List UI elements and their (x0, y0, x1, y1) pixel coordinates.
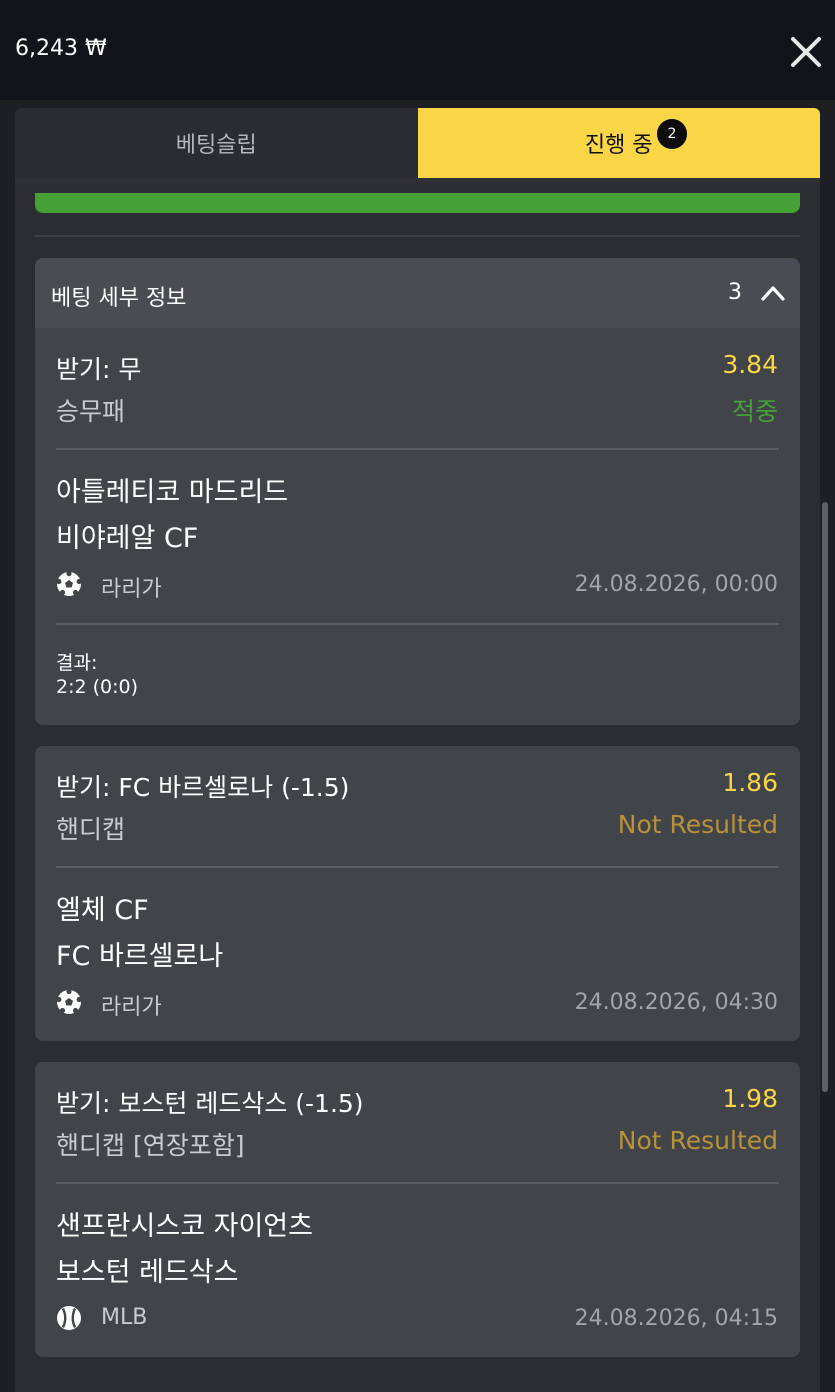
balance-amount: 6,243 ₩ (15, 36, 107, 61)
bet-details-count: 3 (728, 280, 742, 305)
team-home: 엘체 CF (56, 895, 149, 926)
chevron-up-icon[interactable] (760, 282, 786, 304)
baseball-icon (57, 1306, 81, 1330)
bet-status: Not Resulted (617, 1126, 778, 1155)
result-label: 결과: (56, 652, 98, 674)
league-name: MLB (101, 1305, 148, 1330)
match-datetime: 24.08.2026, 04:15 (574, 1306, 778, 1331)
divider (56, 1182, 779, 1184)
team-away: FC 바르셀로나 (56, 941, 224, 972)
green-status-bar (35, 193, 800, 213)
bet-card: 받기: FC 바르셀로나 (-1.5) 핸디캡 1.86 Not Resulte… (35, 746, 800, 1041)
match-datetime: 24.08.2026, 04:30 (574, 990, 778, 1015)
divider (56, 866, 779, 868)
bet-card: 받기: 무 승무패 3.84 적중 아틀레티코 마드리드 비야레알 CF 라리가… (35, 328, 800, 725)
top-bar: 6,243 ₩ (0, 0, 835, 100)
bet-pick: 받기: 무 (56, 355, 142, 384)
bet-pick: 받기: 보스턴 레드삭스 (-1.5) (56, 1089, 364, 1118)
bet-market: 핸디캡 (56, 815, 126, 844)
scrollbar[interactable] (822, 502, 828, 1092)
tab-betslip[interactable]: 베팅슬립 (15, 108, 418, 178)
match-datetime: 24.08.2026, 00:00 (574, 572, 778, 597)
bet-status: Not Resulted (617, 810, 778, 839)
bet-market: 핸디캡 [연장포함] (56, 1131, 245, 1160)
team-away: 보스턴 레드삭스 (56, 1257, 239, 1288)
bet-card: 받기: 보스턴 레드삭스 (-1.5) 핸디캡 [연장포함] 1.98 Not … (35, 1062, 800, 1357)
tab-in-progress-label: 진행 중 (584, 133, 653, 158)
team-home: 아틀레티코 마드리드 (56, 477, 289, 508)
team-home: 샌프란시스코 자이언츠 (56, 1211, 313, 1242)
tab-in-progress[interactable]: 진행 중 (417, 108, 820, 178)
bet-details-title: 베팅 세부 정보 (51, 286, 187, 311)
tab-betslip-label: 베팅슬립 (175, 133, 257, 158)
bet-odds: 3.84 (722, 350, 778, 379)
league-name: 라리가 (101, 577, 162, 602)
close-icon[interactable] (788, 34, 824, 70)
divider (35, 235, 800, 237)
result-score: 2:2 (0:0) (56, 676, 139, 698)
divider (56, 448, 779, 450)
tab-bar: 베팅슬립 진행 중 (15, 108, 820, 178)
bet-pick: 받기: FC 바르셀로나 (-1.5) (56, 773, 350, 802)
soccer-ball-icon (56, 989, 82, 1014)
team-away: 비야레알 CF (56, 523, 199, 554)
bet-status: 적중 (731, 397, 778, 426)
bet-details-header[interactable]: 베팅 세부 정보 3 (35, 258, 800, 328)
bet-odds: 1.86 (722, 768, 778, 797)
soccer-ball-icon (56, 571, 82, 596)
bet-market: 승무패 (56, 397, 126, 426)
bet-odds: 1.98 (722, 1084, 778, 1113)
league-name: 라리가 (101, 995, 162, 1020)
divider (56, 623, 779, 625)
count-badge: 2 (655, 117, 689, 151)
